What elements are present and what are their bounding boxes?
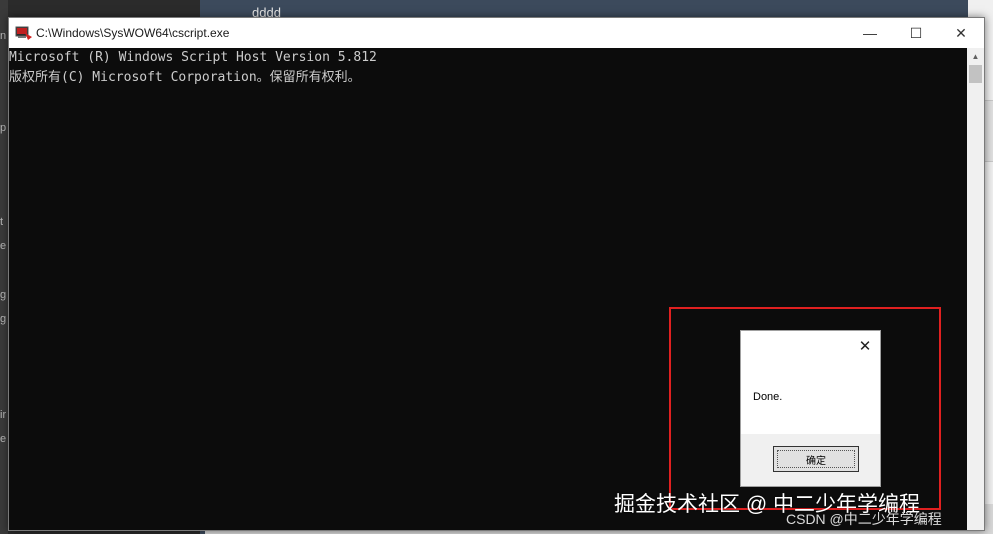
background-left-strip [0, 0, 8, 534]
left-hint: ir [0, 409, 7, 421]
left-hint: e [0, 433, 7, 445]
watermark-secondary: CSDN @中二少年学编程 [786, 511, 942, 527]
console-line: Microsoft (R) Windows Script Host Versio… [9, 50, 377, 65]
close-icon[interactable]: ✕ [856, 337, 874, 355]
left-hint: p [0, 122, 7, 134]
minimize-button[interactable]: — [847, 18, 893, 48]
title-bar[interactable]: C:\Windows\SysWOW64\cscript.exe — ☐ ✕ [9, 18, 984, 48]
message-text: Done. [753, 391, 783, 403]
left-hint: g [0, 289, 7, 301]
close-button[interactable]: ✕ [938, 18, 984, 48]
cscript-app-icon [15, 26, 32, 40]
left-hint: t [0, 216, 4, 228]
focus-ring [777, 450, 855, 468]
window-title: C:\Windows\SysWOW64\cscript.exe [36, 26, 230, 40]
ok-button[interactable]: 确定 [773, 446, 859, 472]
scroll-thumb[interactable] [969, 65, 982, 83]
vertical-scrollbar[interactable]: ▲ [967, 48, 984, 530]
scroll-up-arrow-icon[interactable]: ▲ [967, 48, 984, 65]
maximize-button[interactable]: ☐ [893, 18, 939, 48]
left-hint: e [0, 240, 7, 252]
message-box: ✕ Done. 确定 [740, 330, 881, 487]
left-hint: n [0, 30, 7, 42]
console-line: 版权所有(C) Microsoft Corporation。保留所有权利。 [9, 70, 361, 85]
left-hint: g [0, 313, 7, 325]
message-box-footer: 确定 [741, 434, 880, 486]
